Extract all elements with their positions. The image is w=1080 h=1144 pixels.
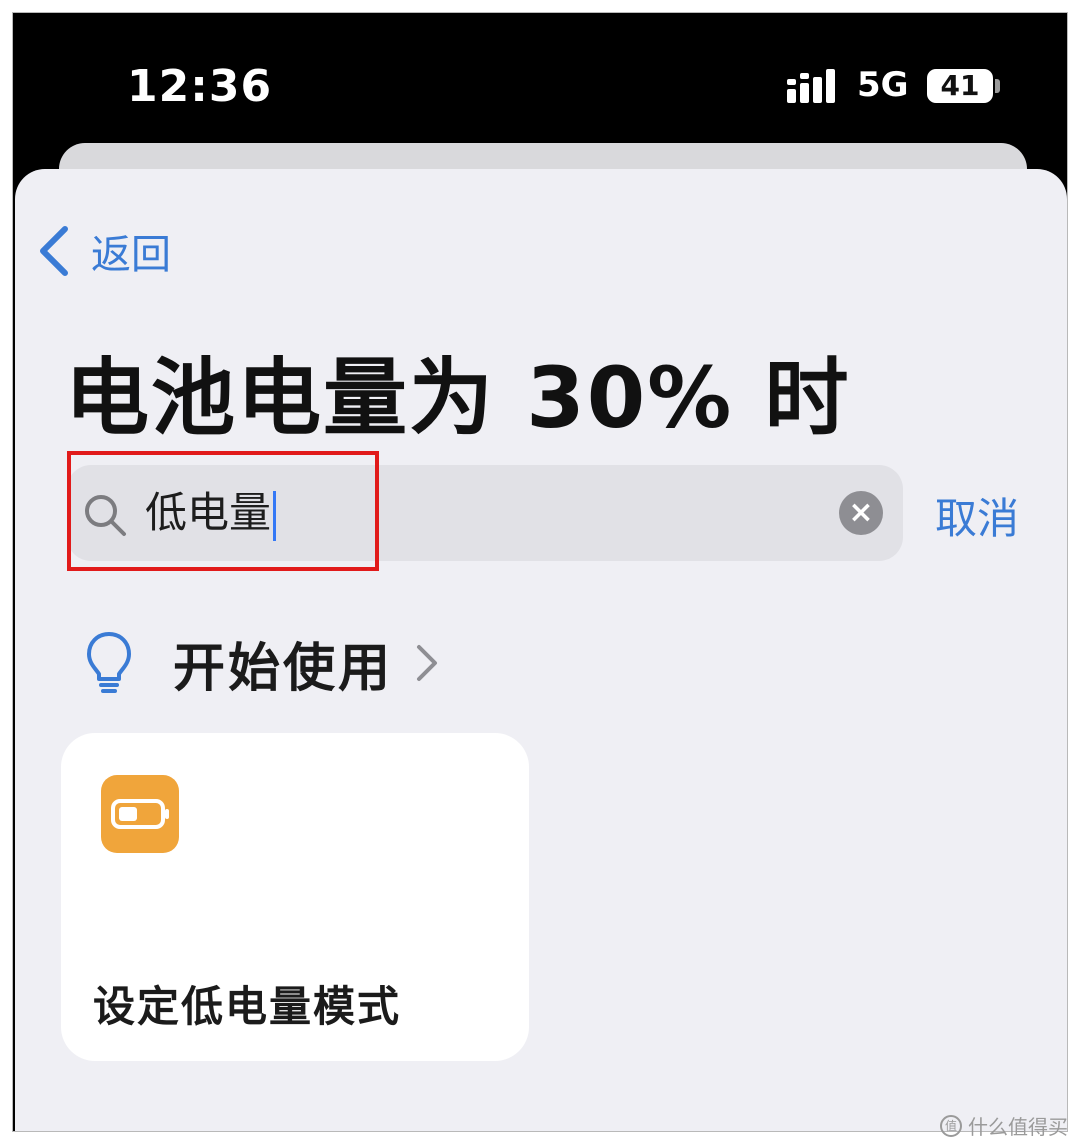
action-card-label: 设定低电量模式 <box>93 982 402 1031</box>
battery-action-icon <box>101 775 179 853</box>
chevron-left-icon <box>40 226 68 276</box>
back-button[interactable]: 返回 <box>37 221 171 281</box>
get-started-label: 开始使用 <box>173 638 394 699</box>
status-bar: 12:36 5G 41 <box>13 13 1067 163</box>
battery-icon: 41 <box>927 69 993 103</box>
action-card-low-power-mode[interactable]: 设定低电量模式 <box>61 733 529 1061</box>
shortcut-sheet: 返回 电池电量为 30% 时 低电量 × 取消 开始使用 设定低电量模式 <box>15 169 1067 1131</box>
watermark-text: 什么值得买 <box>968 1115 1068 1139</box>
watermark: 值 什么值得买 <box>940 1111 1068 1140</box>
highlight-annotation <box>67 451 379 571</box>
battery-cap <box>995 79 1000 93</box>
back-label: 返回 <box>91 232 171 278</box>
status-time: 12:36 <box>127 61 273 112</box>
screenshot-frame: 12:36 5G 41 返回 电池电量为 30% 时 低电量 × 取消 开始使用… <box>12 12 1068 1132</box>
page-title: 电池电量为 30% 时 <box>65 349 851 447</box>
watermark-logo-icon: 值 <box>940 1114 962 1137</box>
network-type: 5G <box>857 65 909 105</box>
signal-icon <box>787 69 835 103</box>
lightbulb-icon <box>87 632 131 693</box>
cancel-button[interactable]: 取消 <box>935 485 1019 546</box>
chevron-right-icon <box>417 645 438 681</box>
battery-level: 41 <box>940 69 980 102</box>
get-started-link[interactable]: 开始使用 <box>85 623 439 703</box>
clear-icon[interactable]: × <box>839 491 883 535</box>
